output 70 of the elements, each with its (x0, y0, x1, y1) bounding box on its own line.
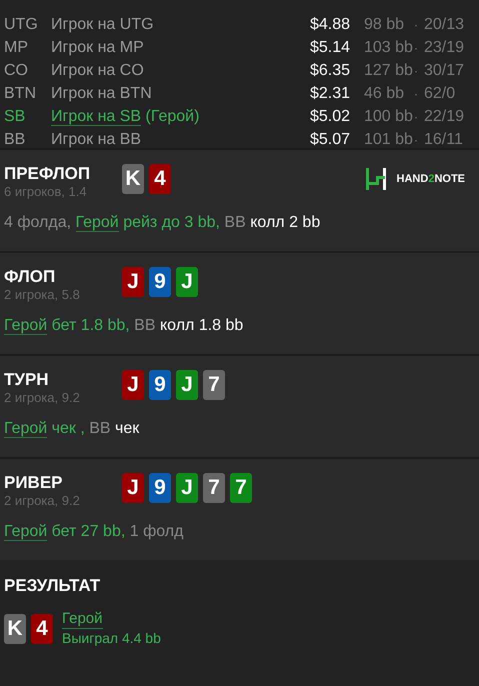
street-subtitle: 6 игроков, 1.4 (4, 184, 88, 200)
separator-dot: · (414, 40, 419, 57)
street-title: ПРЕФЛОП (4, 164, 92, 184)
logo-icon (364, 168, 387, 190)
playing-card: 7 (230, 473, 252, 503)
playing-card: K (122, 164, 144, 194)
stack-amount: $5.02 (310, 107, 352, 127)
playing-card: 9 (149, 370, 171, 400)
street-title: ТУРН (4, 370, 50, 390)
player-name-link[interactable]: Игрок на UTG (51, 16, 154, 33)
position-label: BTN (4, 84, 37, 104)
result-outcome: Выиграл 4.4 bb (62, 629, 161, 647)
stack-amount: $5.07 (310, 130, 352, 150)
player-name-link[interactable]: Игрок на BTN (51, 85, 152, 102)
player-stats: 23/19 (424, 38, 466, 58)
player-stats: 16/11 (424, 130, 464, 150)
action-line: Герой чек , BB чек (4, 419, 140, 440)
playing-card: 9 (149, 473, 171, 503)
stack-amount: $6.35 (310, 61, 352, 81)
player-stats: 22/19 (424, 107, 466, 127)
street-subtitle: 2 игрока, 9.2 (4, 390, 81, 406)
stack-bb: 100 bb (364, 107, 414, 127)
stack-amount: $4.88 (310, 15, 352, 35)
separator-dot: · (414, 109, 419, 126)
playing-card: J (176, 473, 198, 503)
player-stats: 30/17 (424, 61, 466, 81)
stack-amount: $2.31 (310, 84, 352, 104)
stack-amount: $5.14 (310, 38, 352, 58)
playing-card: 4 (31, 614, 53, 644)
player-name-link[interactable]: Игрок на BB (51, 131, 142, 148)
player-stats: 20/13 (424, 15, 466, 35)
position-label: SB (4, 107, 26, 127)
playing-card: J (176, 370, 198, 400)
street-subtitle: 2 игрока, 5.8 (4, 287, 81, 303)
separator-dot: · (414, 63, 419, 80)
stack-bb: 103 bb (364, 38, 414, 58)
action-line: 4 фолда, Герой рейз до 3 bb, BB колл 2 bb (4, 213, 322, 234)
playing-card: 7 (203, 370, 225, 400)
stack-bb: 127 bb (364, 61, 414, 81)
street-title: ФЛОП (4, 267, 56, 287)
position-label: CO (4, 61, 29, 81)
hero-tag: (Герой) (141, 108, 200, 125)
logo: HAND2NOTE (364, 168, 465, 190)
street-title: РИВЕР (4, 473, 64, 493)
action-line: Герой бет 1.8 bb, BB колл 1.8 bb (4, 316, 244, 337)
player-name-link[interactable]: Игрок на MP (51, 39, 144, 56)
winner-link[interactable]: Герой (62, 610, 103, 629)
playing-card: J (122, 473, 144, 503)
playing-card: J (176, 267, 198, 297)
stack-bb: 98 bb (364, 15, 406, 35)
playing-card: 4 (149, 164, 171, 194)
separator-dot: · (414, 86, 419, 103)
player-name-link[interactable]: Игрок на CO (51, 62, 144, 79)
separator-dot: · (414, 132, 419, 149)
position-label: UTG (4, 15, 39, 35)
stack-bb: 46 bb (364, 84, 406, 104)
action-line: Герой бет 27 bb, 1 фолд (4, 522, 184, 543)
result-title: РЕЗУЛЬТАТ (4, 576, 102, 596)
position-label: MP (4, 38, 29, 58)
playing-card: J (122, 370, 144, 400)
position-label: BB (4, 130, 26, 150)
separator-dot: · (414, 17, 419, 34)
playing-card: J (122, 267, 144, 297)
street-subtitle: 2 игрока, 9.2 (4, 493, 81, 509)
playing-card: 9 (149, 267, 171, 297)
player-name-link[interactable]: Игрок на SB (51, 108, 142, 126)
player-stats: 62/0 (424, 84, 456, 104)
playing-card: 7 (203, 473, 225, 503)
playing-card: K (4, 614, 26, 644)
stack-bb: 101 bb (364, 130, 414, 150)
